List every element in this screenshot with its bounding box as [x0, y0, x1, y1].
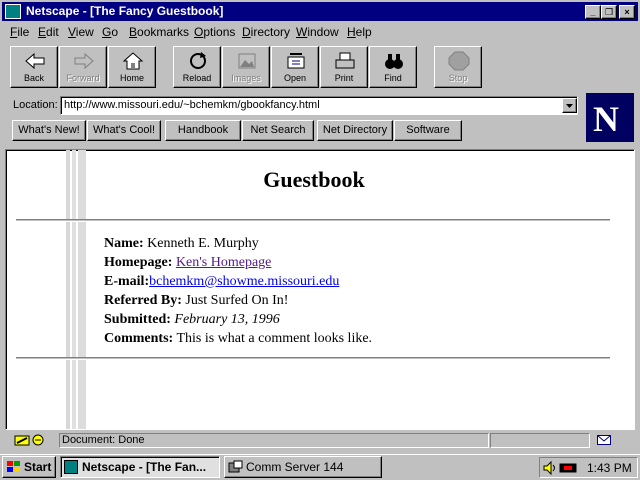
menu-window[interactable]: Window [296, 25, 339, 39]
netscape-logo[interactable]: N [586, 93, 634, 142]
menu-edit[interactable]: Edit [38, 25, 59, 39]
reload-icon [190, 52, 206, 69]
speaker-icon[interactable] [543, 461, 557, 475]
toolbar: Back Forward Home Reload Images Open Pri… [8, 45, 630, 89]
forward-arrow-icon [74, 52, 94, 70]
window-title: Netscape - [The Fancy Guestbook] [26, 4, 224, 18]
email-label: E-mail: [104, 274, 150, 289]
location-dropdown-button[interactable] [562, 98, 577, 113]
page-content[interactable]: Guestbook Name: Kenneth E. Murphy Homepa… [5, 149, 635, 430]
status-text: Document: Done [59, 433, 489, 448]
software-button[interactable]: Software [394, 120, 462, 141]
referred-row: Referred By: Just Surfed On In! [104, 293, 288, 309]
homepage-link[interactable]: Ken's Homepage [176, 255, 271, 270]
page-heading: Guestbook [263, 167, 365, 192]
clock: 1:43 PM [587, 461, 632, 475]
images-icon [238, 53, 256, 69]
submitted-row: Submitted: February 13, 1996 [104, 312, 280, 328]
home-button[interactable]: Home [108, 46, 156, 88]
windows-logo-icon [7, 461, 20, 472]
horizontal-rule [16, 357, 610, 360]
progress-area [490, 433, 590, 448]
menu-view[interactable]: View [68, 25, 94, 39]
open-button[interactable]: Open [271, 46, 319, 88]
taskbar-netscape-button[interactable]: Netscape - [The Fan... [60, 456, 220, 478]
stop-button[interactable]: Stop [434, 46, 482, 88]
system-tray: 1:43 PM [539, 457, 638, 478]
close-button[interactable]: × [619, 5, 635, 19]
start-button[interactable]: Start [2, 456, 56, 478]
taskbar-comm-server-button[interactable]: Comm Server 144 [224, 456, 382, 478]
email-link[interactable]: bchemkm@showme.missouri.edu [149, 274, 339, 289]
binoculars-icon [385, 54, 403, 69]
menu-help[interactable]: Help [347, 25, 372, 39]
name-value: Kenneth E. Murphy [147, 236, 259, 251]
homepage-row: Homepage: Ken's Homepage [104, 255, 271, 271]
comm-server-icon [228, 460, 243, 473]
open-icon [287, 53, 305, 69]
email-row: E-mail:bchemkm@showme.missouri.edu [104, 274, 339, 290]
netscape-app-icon[interactable] [5, 4, 21, 19]
security-key-icon[interactable] [13, 433, 47, 447]
print-button[interactable]: Print [320, 46, 368, 88]
whats-new-button[interactable]: What's New! [12, 120, 86, 141]
submitted-value: February 13, 1996 [174, 312, 280, 327]
restore-button[interactable]: ❒ [601, 5, 617, 19]
location-input[interactable]: http://www.missouri.edu/~bchemkm/gbookfa… [60, 96, 578, 115]
printer-icon [335, 52, 355, 69]
horizontal-rule [16, 219, 610, 222]
handbook-button[interactable]: Handbook [165, 120, 241, 141]
stop-icon [448, 51, 470, 71]
chevron-down-icon [566, 104, 573, 108]
netscape-task-icon [64, 460, 78, 474]
menu-go[interactable]: Go [102, 25, 118, 39]
comments-label: Comments: [104, 331, 174, 346]
referred-value: Just Surfed On In! [185, 293, 289, 308]
name-row: Name: Kenneth E. Murphy [104, 236, 259, 252]
referred-label: Referred By: [104, 293, 182, 308]
whats-cool-button[interactable]: What's Cool! [87, 120, 161, 141]
reload-button[interactable]: Reload [173, 46, 221, 88]
comments-value: This is what a comment looks like. [176, 331, 373, 346]
menu-options[interactable]: Options [194, 25, 235, 39]
back-arrow-icon [25, 52, 45, 70]
menu-directory[interactable]: Directory [242, 25, 290, 39]
title-bar[interactable]: Netscape - [The Fancy Guestbook] _ ❒ × [2, 2, 638, 21]
images-button[interactable]: Images [222, 46, 270, 88]
submitted-label: Submitted: [104, 312, 171, 327]
minimize-button[interactable]: _ [585, 5, 601, 19]
menu-bookmarks[interactable]: Bookmarks [129, 25, 189, 39]
location-label: Location: [13, 99, 58, 111]
find-button[interactable]: Find [369, 46, 417, 88]
net-search-button[interactable]: Net Search [242, 120, 314, 141]
name-label: Name: [104, 236, 144, 251]
forward-button[interactable]: Forward [59, 46, 107, 88]
net-directory-button[interactable]: Net Directory [317, 120, 393, 141]
network-icon[interactable] [559, 462, 577, 474]
home-icon [122, 52, 144, 70]
back-button[interactable]: Back [10, 46, 58, 88]
menu-file[interactable]: File [10, 25, 29, 39]
mail-icon[interactable] [597, 435, 611, 445]
comments-row: Comments: This is what a comment looks l… [104, 331, 372, 347]
homepage-label: Homepage: [104, 255, 173, 270]
menu-bar: File Edit View Go Bookmarks Options Dire… [2, 22, 638, 41]
